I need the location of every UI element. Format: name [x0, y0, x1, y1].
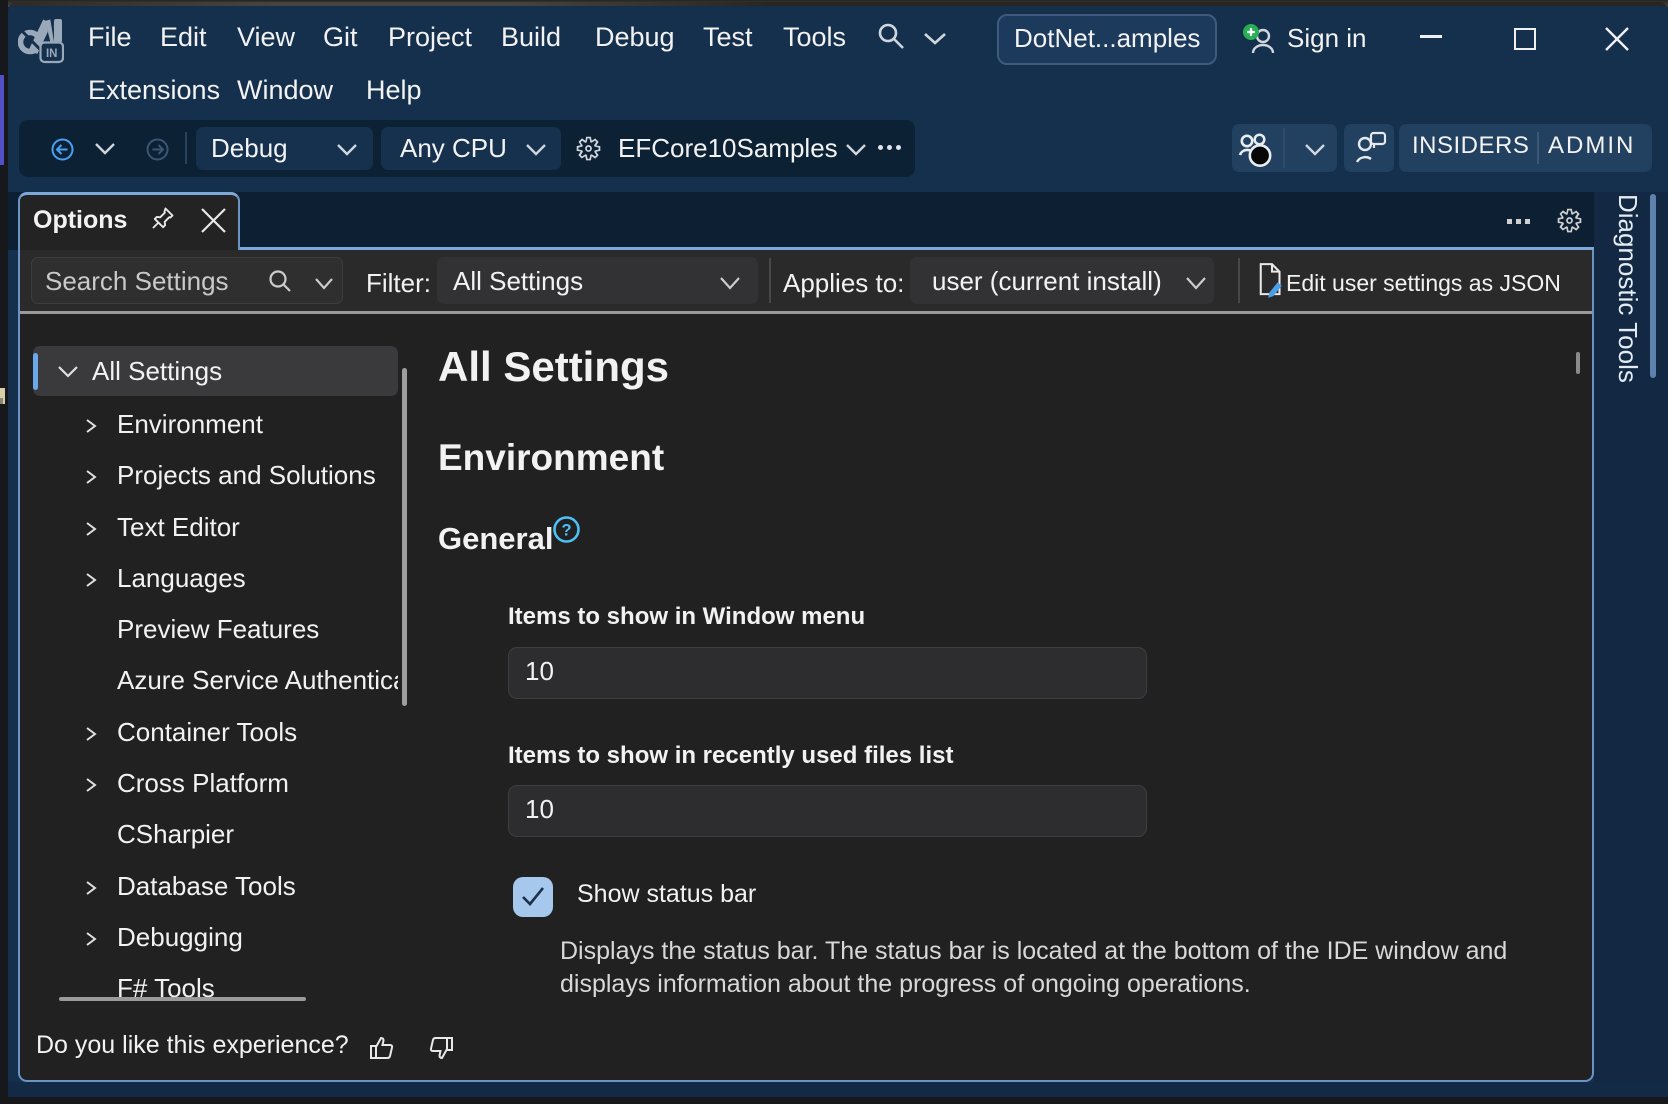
svg-text:?: ?: [561, 522, 571, 540]
svg-text:IN: IN: [46, 48, 58, 60]
